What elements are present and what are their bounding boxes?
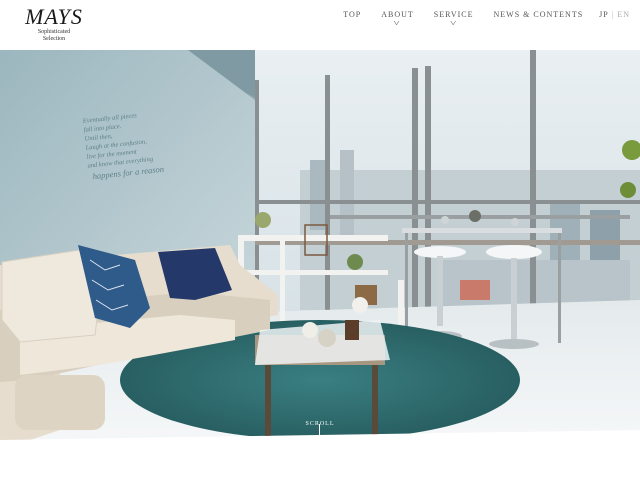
nav-top[interactable]: TOP	[343, 10, 361, 19]
logo[interactable]: MAYS Sophisticated Selection	[14, 5, 94, 43]
nav-about-label: ABOUT	[381, 10, 414, 19]
nav-news-label: NEWS & CONTENTS	[493, 10, 584, 19]
main-nav: TOP ABOUT ˅ SERVICE ˅ NEWS & CONTENTS JP…	[323, 10, 630, 30]
chevron-down-icon: ˅	[449, 19, 458, 28]
nav-service[interactable]: SERVICE ˅	[434, 10, 474, 28]
nav-about[interactable]: ABOUT ˅	[381, 10, 414, 28]
hero-image: Eventually all pieces fall into place. U…	[0, 30, 640, 440]
scroll-indicator[interactable]: SCROLL	[304, 412, 336, 440]
living-room-photo: Eventually all pieces fall into place. U…	[0, 30, 640, 440]
logo-wordmark: MAYS	[25, 4, 83, 29]
lang-en[interactable]: EN	[617, 10, 630, 19]
nav-service-label: SERVICE	[433, 10, 474, 19]
logo-tagline-1: Sophisticated	[37, 29, 71, 35]
language-switch: JP | EN	[599, 10, 630, 19]
logo-tagline-2: Selection	[42, 36, 66, 42]
scroll-line	[319, 424, 320, 440]
chevron-down-icon: ˅	[393, 19, 402, 28]
lang-separator: |	[611, 10, 615, 19]
site-header: MAYS Sophisticated Selection TOP ABOUT ˅…	[0, 0, 640, 50]
nav-news[interactable]: NEWS & CONTENTS	[493, 10, 583, 19]
lang-jp[interactable]: JP	[599, 10, 609, 19]
nav-top-label: TOP	[343, 10, 362, 19]
